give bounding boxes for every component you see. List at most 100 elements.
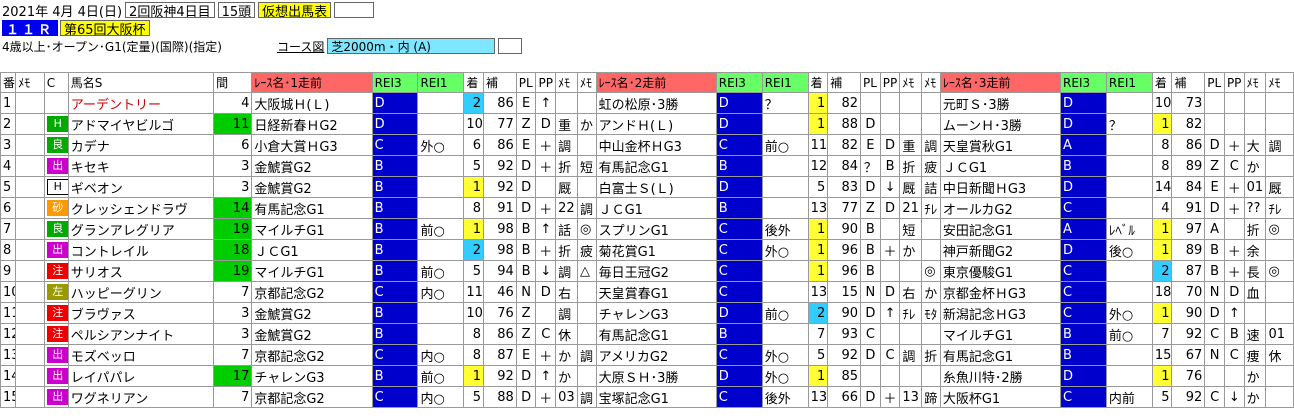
column-header[interactable]: ﾒﾓ [899,72,923,93]
race-name[interactable]: 天皇賞春G1 [595,281,717,303]
race-name[interactable]: マイルチG1 [251,260,373,282]
table-row[interactable]: 2 H アドマイヤビルゴ 11 日経新春ＨG2 D 10 77 Z D 重かアンドＨ(Ｌ) D 1 88 D… [0,113,1294,135]
table-row[interactable]: 15出ワグネリアン7京都記念G2C内○588D＋03調宝塚記念G1C後外1366… [0,386,1294,408]
race-number[interactable]: １１Ｒ [2,20,59,38]
column-header[interactable]: 着 [1151,72,1173,93]
race-name[interactable]: ムーンＨ･3勝 [939,113,1062,135]
table-row[interactable]: 12注ペルシアンナイト3金鯱賞G2B886ZC休有馬記念G1B793CマイルチG… [0,323,1294,345]
column-header[interactable]: ﾚｰｽ名･3走前 [939,72,1062,93]
race-name[interactable]: 白富士Ｓ(Ｌ) [595,176,717,198]
course-map-link[interactable]: コース図 [277,38,324,55]
race-name[interactable]: 天皇賞秋G1 [939,134,1062,156]
race-name[interactable]: 毎日王冠G2 [595,260,717,282]
horse-name[interactable]: キセキ [67,155,215,177]
horse-name[interactable]: ギベオン [67,176,215,198]
memo-cell[interactable] [15,134,45,156]
column-header[interactable]: 着 [463,72,485,93]
column-header[interactable]: 補 [483,72,517,93]
memo-cell[interactable] [15,344,45,366]
race-name[interactable]: 安田記念G1 [939,218,1062,240]
race-name[interactable]: 有馬記念G1 [251,197,373,219]
column-header[interactable]: REI3 [715,72,763,93]
column-header[interactable]: REI3 [371,72,419,93]
column-header[interactable]: ﾒﾓ [921,72,941,93]
table-row[interactable]: 6 砂クレッシェンドラヴ 14 有馬記念G1 B 8 91 D ＋ 22 調 ＪＣG1 B 13 77 Z D 2… [0,197,1294,219]
virtual-card-mode[interactable]: 仮想出馬表 [258,2,332,20]
column-header[interactable]: 番 [0,72,17,93]
race-name[interactable]: 小倉大賞ＨG3 [251,134,373,156]
column-header[interactable]: ﾒﾓ [577,72,597,93]
column-header[interactable]: PL [1204,72,1225,93]
memo-cell[interactable] [15,386,45,408]
horse-name[interactable]: アーデントリー [67,92,215,114]
column-header[interactable]: PP [1223,72,1245,93]
column-header[interactable]: 着 [807,72,829,93]
table-row[interactable]: 1 アーデントリー 4 大阪城Ｈ(Ｌ) D 2 86 E ↑ 虹の松原･3勝 D？ 1 82 元町Ｓ･3勝… [0,92,1294,114]
table-row[interactable]: 9 注サリオス 19 マイルチG1 B 前○ 5 94 B ↓ 調 △ 毎日王冠G2 C 1 96 B ◎ 東京優駿… [0,260,1294,282]
table-row[interactable]: 11注ブラヴァス3金鯱賞G2B1076Z調チャレンG3D前○290D↑ﾁﾚﾓﾀ新… [0,302,1294,324]
race-name[interactable]: 金鯱賞G2 [251,155,373,177]
horse-name[interactable]: クレッシェンドラヴ [67,197,215,219]
column-header[interactable]: 馬名S [67,72,215,93]
race-name[interactable]: 有馬記念G1 [595,323,717,345]
race-name[interactable]: 元町Ｓ･3勝 [939,92,1062,114]
column-header[interactable]: C [43,72,69,93]
column-header[interactable]: ﾒﾓ [555,72,578,93]
race-name[interactable]: 大阪杯G1 [939,386,1062,408]
column-header[interactable]: ﾒﾓ [1265,72,1294,93]
horse-name[interactable]: グランアレグリア [67,218,215,240]
race-name[interactable]: 京都記念G2 [251,344,373,366]
column-header[interactable]: 補 [827,72,862,93]
column-header[interactable]: ﾚｰｽ名･2走前 [595,72,717,93]
horse-name[interactable]: サリオス [67,260,215,282]
horse-name[interactable]: レイパパレ [67,365,215,387]
race-name[interactable]: アンドＨ(Ｌ) [595,113,717,135]
horse-name[interactable]: コントレイル [67,239,215,261]
column-header[interactable]: PP [879,72,901,93]
race-name[interactable]: 菊花賞G1 [595,239,717,261]
memo-cell[interactable] [15,197,45,219]
memo-cell[interactable] [15,113,45,135]
race-name[interactable]: 虹の松原･3勝 [595,92,717,114]
column-header[interactable]: PP [535,72,557,93]
table-row[interactable]: 14出レイパパレ17チャレンG3B前○192D↑か大原ＳＨ･3勝D外○185糸魚… [0,365,1294,387]
memo-cell[interactable] [15,302,45,324]
horse-name[interactable]: ハッピーグリン [67,281,215,303]
race-name[interactable]: 金鯱賞G2 [251,176,373,198]
table-row[interactable]: 13出モズベッロ7京都記念G2C内○887E＋か調アメリカG2C外○592DC調… [0,344,1294,366]
race-name[interactable]: 有馬記念G1 [595,155,717,177]
table-row[interactable]: 3 良カデナ 6 小倉大賞ＨG3 C 外○ 6 86 E ＋調中山金杯ＨG3 C 前○ 11 82 E D 重調… [0,134,1294,156]
table-row[interactable]: 10左ハッピーグリン7京都記念G2C内○1146ND右天皇賞春G1C1315ND… [0,281,1294,303]
memo-cell[interactable] [15,365,45,387]
race-name[interactable]: 京都記念G2 [251,386,373,408]
memo-cell[interactable] [15,239,45,261]
race-name[interactable]: 大原ＳＨ･3勝 [595,365,717,387]
race-name[interactable]: 京都記念G2 [251,281,373,303]
horse-name[interactable]: ブラヴァス [67,302,215,324]
race-name[interactable]: 糸魚川特･2勝 [939,365,1062,387]
column-header[interactable]: PL [515,72,537,93]
race-name[interactable]: 日経新春ＨG2 [251,113,373,135]
table-row[interactable]: 5 H ギベオン 3 金鯱賞G2 B 1 92 D 厩白富士Ｓ(Ｌ) D 5 83 D ↓ 厩詰中日新聞ＨG3… [0,176,1294,198]
memo-cell[interactable] [15,92,45,114]
race-name[interactable]: ＪＣG1 [939,155,1062,177]
race-name[interactable]: ＪＣG1 [251,239,373,261]
race-name[interactable]: チャレンG3 [595,302,717,324]
race-name[interactable]: 東京優駿G1 [939,260,1062,282]
race-name[interactable]: 金鯱賞G2 [251,302,373,324]
column-header[interactable]: REI1 [1105,72,1153,93]
race-name[interactable]: 大阪城Ｈ(Ｌ) [251,92,373,114]
column-header[interactable]: REI3 [1060,72,1107,93]
memo-cell[interactable] [15,323,45,345]
horse-name[interactable]: モズベッロ [67,344,215,366]
race-name[interactable]: 有馬記念G1 [939,344,1062,366]
race-name[interactable]: 宝塚記念G1 [595,386,717,408]
table-row[interactable]: 4 出キセキ 3 金鯱賞G2 B 5 92 D ＋折短有馬記念G1 B 12 84？ B 折疲 ＪＣG1 B 8… [0,155,1294,177]
race-name[interactable]: 中山金杯ＨG3 [595,134,717,156]
race-name[interactable]: マイルチG1 [251,218,373,240]
column-header[interactable]: 補 [1171,72,1206,93]
horse-name[interactable]: ワグネリアン [67,386,215,408]
horse-name[interactable]: アドマイヤビルゴ [67,113,215,135]
column-header[interactable]: ﾚｰｽ名･1走前 [251,72,373,93]
column-header[interactable]: PL [860,72,881,93]
